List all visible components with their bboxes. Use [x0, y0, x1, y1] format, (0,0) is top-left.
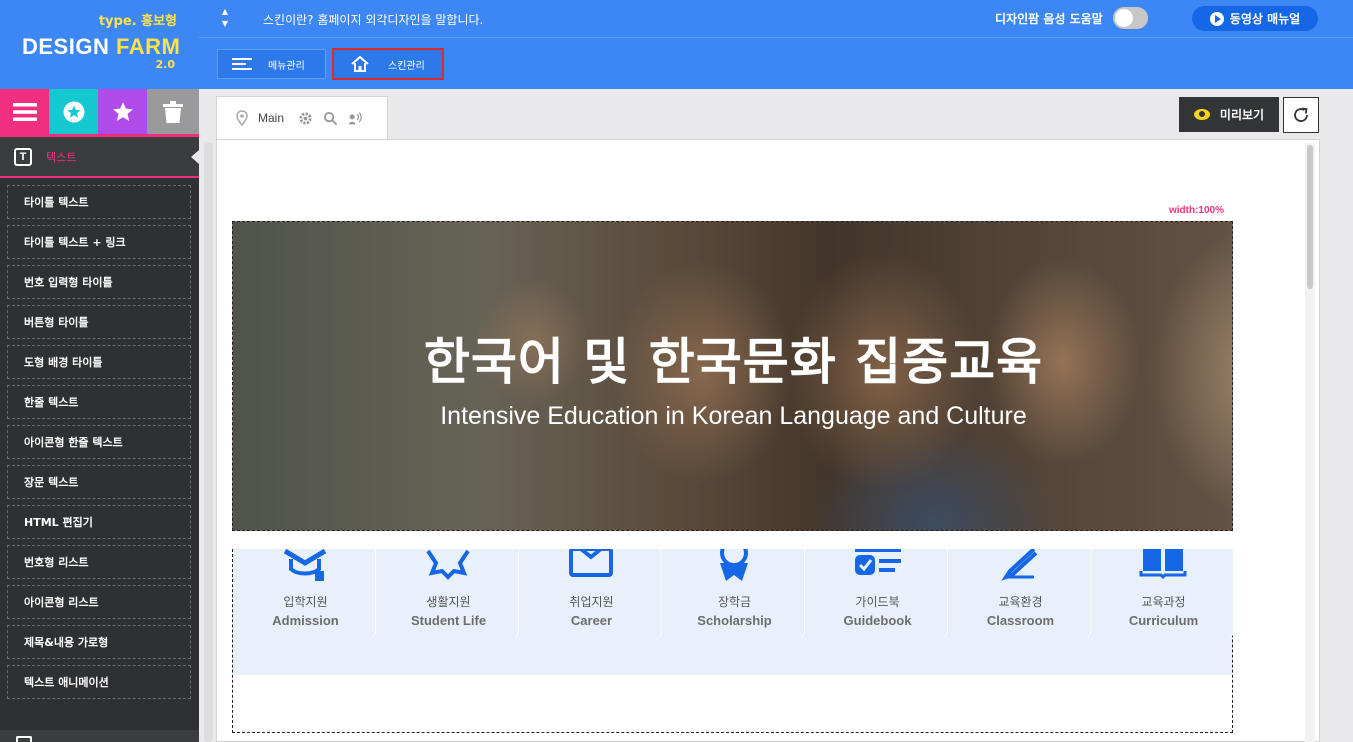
quick-link-ko-label: 교육과정 — [1141, 595, 1186, 609]
home-icon — [351, 55, 369, 72]
quick-link-ko-label: 교육환경 — [998, 595, 1043, 609]
widget-item-numbered-title[interactable]: 번호 입력형 타이틀 — [7, 265, 191, 299]
refresh-button[interactable] — [1283, 97, 1319, 133]
widget-item-icon-list[interactable]: 아이콘형 리스트 — [7, 585, 191, 619]
quick-links-section[interactable]: 입학지원 Admission 생활지원 Student Life 취업지원 Ca… — [232, 549, 1234, 733]
canvas-scrollbar[interactable] — [1305, 143, 1315, 742]
sidebar: T 텍스트 타이틀 텍스트 타이틀 텍스트 + 링크 번호 입력형 타이틀 버튼… — [0, 89, 199, 742]
quick-link-ko-label: 장학금 — [717, 595, 752, 609]
logo-type-label: type. 홍보형 — [98, 14, 177, 29]
quick-link-en-label: Admission — [272, 613, 339, 628]
widget-item-title-content-horizontal[interactable]: 제목&내용 가로형 — [7, 625, 191, 659]
skin-manage-label: 스킨관리 — [388, 60, 425, 72]
category-tabs — [0, 89, 199, 134]
briefcase-icon — [569, 549, 613, 577]
active-indicator — [191, 150, 199, 164]
video-manual-label: 동영상 매뉴얼 — [1229, 12, 1301, 26]
widget-item-icon-one-line-text[interactable]: 아이콘형 한줄 텍스트 — [7, 425, 191, 459]
quick-link-ko-label: 입학지원 — [283, 595, 328, 609]
canvas-scroll-thumb[interactable] — [1307, 145, 1313, 289]
star-icon — [112, 101, 133, 121]
widget-item-html-editor[interactable]: HTML 편집기 — [7, 505, 191, 539]
top-bar: ▲ ▼ 스킨이란? 홈페이지 외각디자인을 말합니다. 디자인팜 음성 도움말 동… — [199, 0, 1353, 38]
text-widget-list: 타이틀 텍스트 타이틀 텍스트 + 링크 번호 입력형 타이틀 버튼형 타이틀 … — [0, 178, 199, 699]
logo-design-text: DESIGN — [22, 34, 110, 59]
next-section-header[interactable] — [0, 730, 199, 742]
quick-link-classroom[interactable]: 교육환경 Classroom — [950, 549, 1091, 639]
sub-bar: 메뉴관리 스킨관리 — [199, 38, 1353, 89]
widget-item-title-text-link[interactable]: 타이틀 텍스트 + 링크 — [7, 225, 191, 259]
quick-link-en-label: Career — [570, 613, 613, 628]
pencil-icon — [1001, 549, 1038, 581]
quick-link-en-label: Curriculum — [1128, 613, 1199, 628]
quick-link-guidebook[interactable]: 가이드북 Guidebook — [807, 549, 948, 639]
voice-help-toggle[interactable] — [1113, 7, 1148, 29]
widget-item-text-animation[interactable]: 텍스트 애니메이션 — [7, 665, 191, 699]
checklist-icon — [855, 549, 901, 575]
book-icon — [1139, 549, 1187, 580]
hero-banner[interactable]: 한국어 및 한국문화 집중교육 Intensive Education in K… — [232, 221, 1233, 531]
eye-icon — [1193, 109, 1210, 120]
menu-icon — [12, 102, 37, 121]
width-indicator: width:100% — [1169, 205, 1225, 216]
quick-link-en-label: Student Life — [410, 613, 487, 628]
location-pin-icon — [236, 110, 248, 126]
widget-item-shape-bg-title[interactable]: 도형 배경 타이틀 — [7, 345, 191, 379]
menu-manage-label: 메뉴관리 — [268, 60, 305, 72]
logo-farm-text: FARM — [115, 34, 181, 59]
section-title: 텍스트 — [46, 150, 77, 164]
widget-item-long-text[interactable]: 장문 텍스트 — [7, 465, 191, 499]
sidebar-scrollbar[interactable] — [204, 143, 213, 742]
page-tab-label: Main — [258, 111, 285, 125]
logo-version: 2.0 — [155, 58, 176, 71]
toggle-knob — [1115, 9, 1133, 27]
collapse-arrows-icon[interactable]: ▲ ▼ — [219, 6, 231, 32]
category-star-tab[interactable] — [98, 89, 147, 134]
quick-link-ko-label: 가이드북 — [855, 595, 900, 609]
skin-manage-button[interactable]: 스킨관리 — [332, 48, 444, 80]
badge-icon — [426, 549, 470, 580]
star-circle-icon — [63, 101, 84, 122]
banner-title: 한국어 및 한국문화 집중교육 — [423, 333, 1044, 391]
quick-link-student-life[interactable]: 생활지원 Student Life — [378, 549, 519, 639]
category-menu-tab[interactable] — [0, 89, 49, 134]
voice-help-label: 디자인팜 음성 도움말 — [995, 12, 1103, 26]
menu-lines-icon — [232, 58, 252, 70]
quick-link-career[interactable]: 취업지원 Career — [521, 549, 662, 639]
widget-item-numbered-list[interactable]: 번호형 리스트 — [7, 545, 191, 579]
play-icon — [1209, 11, 1224, 26]
logo[interactable]: type. 홍보형 DESIGN FARM 2.0 — [0, 0, 199, 89]
quick-link-en-label: Guidebook — [843, 613, 912, 628]
graduation-icon — [283, 549, 327, 581]
logo-wordmark: DESIGN FARM — [22, 34, 180, 60]
video-manual-button[interactable]: 동영상 매뉴얼 — [1192, 6, 1318, 31]
preview-label: 미리보기 — [1219, 108, 1265, 122]
quick-link-en-label: Classroom — [986, 613, 1055, 628]
widget-item-one-line-text[interactable]: 한줄 텍스트 — [7, 385, 191, 419]
quick-link-en-label: Scholarship — [697, 613, 772, 628]
quick-link-scholarship[interactable]: 장학금 Scholarship — [664, 549, 805, 639]
menu-manage-button[interactable]: 메뉴관리 — [217, 49, 326, 79]
skin-description: 스킨이란? 홈페이지 외각디자인을 말합니다. — [263, 13, 484, 27]
section-icon — [16, 736, 32, 742]
preview-button[interactable]: 미리보기 — [1179, 97, 1279, 132]
quick-link-curriculum[interactable]: 교육과정 Curriculum — [1093, 549, 1234, 639]
banner-subtitle: Intensive Education in Korean Language a… — [440, 402, 1027, 430]
trash-icon — [163, 100, 183, 123]
quick-link-admission[interactable]: 입학지원 Admission — [235, 549, 376, 639]
quick-link-ko-label: 취업지원 — [569, 595, 614, 609]
voice-icon[interactable] — [348, 111, 363, 126]
search-icon[interactable] — [323, 111, 338, 126]
text-section-header[interactable]: T 텍스트 — [0, 137, 199, 178]
medal-icon — [720, 549, 748, 581]
refresh-icon — [1294, 107, 1308, 122]
gear-icon[interactable] — [298, 111, 313, 126]
text-icon: T — [14, 147, 32, 166]
widget-item-title-text[interactable]: 타이틀 텍스트 — [7, 185, 191, 219]
quick-link-ko-label: 생활지원 — [426, 595, 471, 609]
category-trash-tab[interactable] — [147, 89, 199, 134]
page-tab-main[interactable]: Main — [216, 96, 388, 139]
widget-item-button-title[interactable]: 버튼형 타이틀 — [7, 305, 191, 339]
category-favorite-tab[interactable] — [49, 89, 98, 134]
